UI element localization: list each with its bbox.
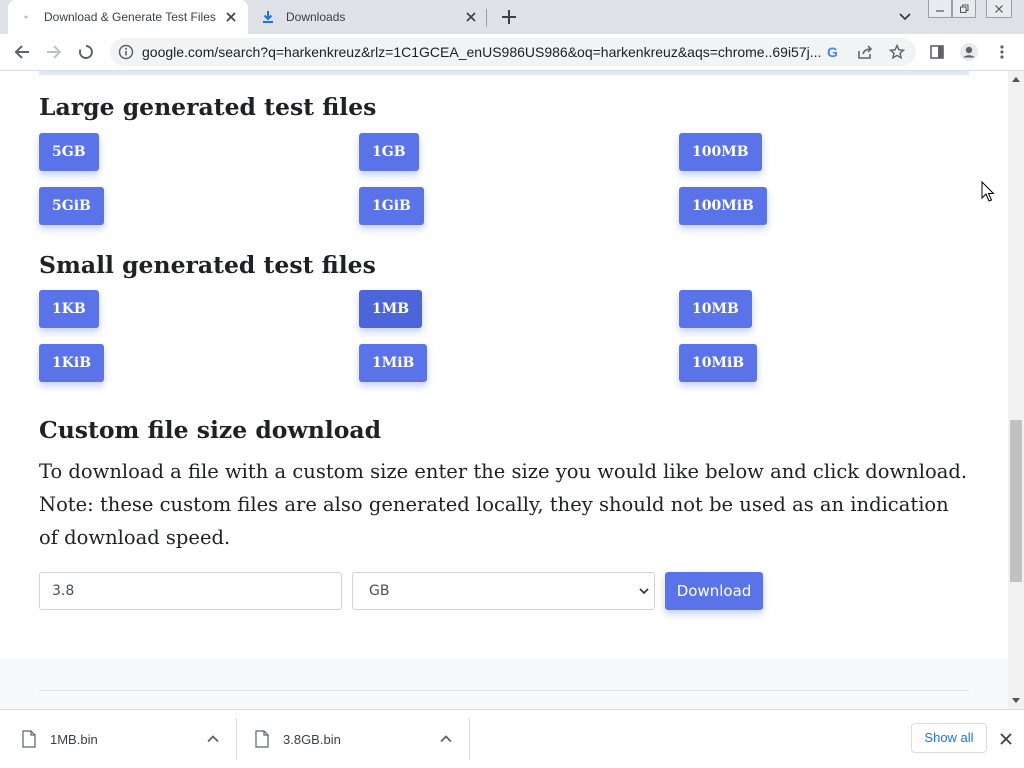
- download-separator: [469, 718, 470, 760]
- custom-size-description: To download a file with a custom size en…: [39, 460, 968, 549]
- scroll-up-arrow-icon[interactable]: [1008, 71, 1024, 87]
- chevron-up-icon[interactable]: [206, 732, 220, 746]
- browser-menu-button[interactable]: [990, 40, 1014, 64]
- tab-separator: [486, 9, 487, 27]
- restore-icon: [960, 4, 969, 13]
- download-1mb-button[interactable]: 1MB: [359, 290, 423, 328]
- download-1kib-button[interactable]: 1KiB: [39, 344, 105, 382]
- scroll-down-arrow-icon[interactable]: [1008, 693, 1024, 709]
- close-download-shelf-button[interactable]: [997, 730, 1015, 748]
- unit-select-value: GB: [369, 583, 390, 599]
- window-restore-button[interactable]: [952, 0, 976, 18]
- scrollbar-thumb[interactable]: [1010, 420, 1022, 582]
- google-lens-icon[interactable]: G: [824, 43, 842, 61]
- file-icon: [22, 730, 36, 748]
- close-icon: [995, 4, 1003, 13]
- custom-size-input[interactable]: 3.8: [39, 572, 342, 610]
- chevron-up-icon[interactable]: [439, 732, 453, 746]
- page-favicon-icon: [18, 9, 34, 25]
- tab-downloads[interactable]: Downloads: [250, 0, 488, 34]
- back-button[interactable]: [10, 40, 34, 64]
- download-100mb-button[interactable]: 100MB: [679, 133, 762, 171]
- footer-divider: [39, 690, 969, 691]
- tab-strip: Download & Generate Test Files Downloads: [0, 0, 1024, 34]
- download-1gb-button[interactable]: 1GB: [359, 133, 419, 171]
- custom-size-heading: Custom file size download: [39, 416, 382, 444]
- tab-title: Download & Generate Test Files: [44, 10, 216, 24]
- top-info-strip: [39, 71, 969, 75]
- page-content: Large generated test files 5GB 1GB 100MB…: [0, 71, 1008, 709]
- unit-select[interactable]: GB: [352, 572, 655, 610]
- page-scrollbar[interactable]: [1008, 71, 1024, 709]
- download-100mib-button[interactable]: 100MiB: [679, 187, 767, 225]
- new-tab-button[interactable]: [498, 6, 520, 28]
- footer-band: [0, 658, 1008, 709]
- tab-close-icon[interactable]: [462, 8, 480, 26]
- download-1mib-button[interactable]: 1MiB: [359, 344, 428, 382]
- show-all-downloads-button[interactable]: Show all: [911, 723, 987, 753]
- browser-toolbar: google.com/search?q=harkenkreuz&rlz=1C1G…: [0, 34, 1024, 71]
- download-10mib-button[interactable]: 10MiB: [679, 344, 758, 382]
- address-url[interactable]: google.com/search?q=harkenkreuz&rlz=1C1G…: [142, 38, 822, 66]
- small-files-heading: Small generated test files: [39, 251, 376, 279]
- more-vert-icon: [1000, 45, 1004, 59]
- forward-button[interactable]: [42, 40, 66, 64]
- side-panel-icon: [930, 45, 944, 59]
- window-minimize-button[interactable]: [928, 0, 952, 18]
- download-filename: 1MB.bin: [50, 731, 98, 747]
- chevron-down-icon: [639, 588, 649, 595]
- bookmark-star-icon[interactable]: [888, 43, 906, 61]
- download-item[interactable]: 3.8GB.bin: [255, 710, 469, 768]
- address-bar[interactable]: google.com/search?q=harkenkreuz&rlz=1C1G…: [110, 38, 916, 66]
- custom-download-button[interactable]: Download: [665, 572, 763, 610]
- loading-spinner-icon: [78, 45, 93, 59]
- download-separator: [236, 718, 237, 760]
- download-item[interactable]: 1MB.bin: [22, 710, 236, 768]
- avatar-icon: [960, 43, 978, 61]
- download-1kb-button[interactable]: 1KB: [39, 290, 99, 328]
- mouse-pointer-icon: [981, 181, 995, 202]
- info-icon[interactable]: [118, 44, 134, 60]
- download-5gb-button[interactable]: 5GB: [39, 133, 99, 171]
- profile-button[interactable]: [957, 40, 981, 64]
- large-files-heading: Large generated test files: [39, 93, 377, 121]
- download-filename: 3.8GB.bin: [283, 731, 341, 747]
- file-icon: [255, 730, 269, 748]
- chevron-down-icon: [899, 13, 911, 21]
- plus-icon: [502, 10, 516, 24]
- download-10mb-button[interactable]: 10MB: [679, 290, 752, 328]
- arrow-right-icon: [47, 45, 62, 59]
- window-close-button[interactable]: [986, 0, 1012, 18]
- svg-text:G: G: [827, 45, 838, 59]
- download-5gib-button[interactable]: 5GiB: [39, 187, 104, 225]
- minimize-icon: [936, 9, 944, 12]
- download-icon: [260, 9, 276, 25]
- side-panel-button[interactable]: [925, 40, 949, 64]
- tab-title: Downloads: [286, 10, 346, 24]
- tab-close-icon[interactable]: [222, 8, 240, 26]
- stop-loading-button[interactable]: [74, 40, 98, 64]
- tab-search-button[interactable]: [896, 8, 914, 26]
- close-icon: [1000, 733, 1012, 745]
- share-icon[interactable]: [856, 43, 874, 61]
- tab-download-generate[interactable]: Download & Generate Test Files: [8, 0, 248, 34]
- download-shelf: 1MB.bin 3.8GB.bin Show all: [0, 709, 1024, 768]
- download-1gib-button[interactable]: 1GiB: [359, 187, 424, 225]
- arrow-left-icon: [14, 45, 29, 59]
